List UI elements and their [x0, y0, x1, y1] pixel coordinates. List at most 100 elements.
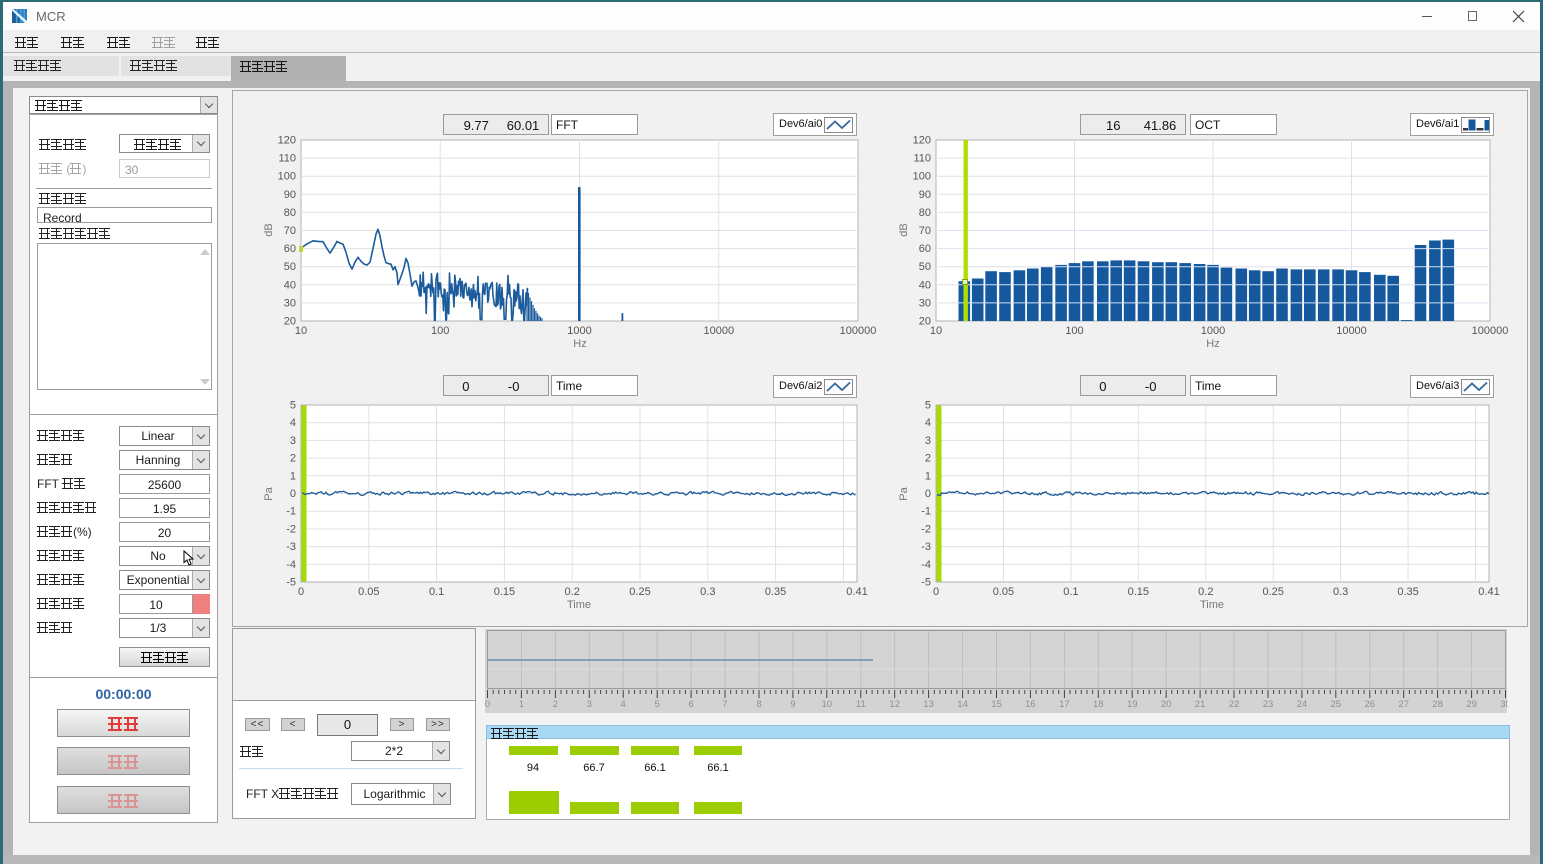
svg-text:Pa: Pa — [263, 486, 275, 500]
svg-text:16: 16 — [1025, 699, 1036, 710]
svg-text:4: 4 — [621, 699, 626, 710]
svg-text:10: 10 — [930, 325, 942, 337]
svg-text:7: 7 — [722, 699, 727, 710]
svg-text:0.05: 0.05 — [358, 586, 379, 598]
svg-text:2: 2 — [925, 453, 931, 465]
svg-text:0: 0 — [933, 586, 939, 598]
svg-text:11: 11 — [856, 699, 866, 710]
svg-text:-5: -5 — [921, 577, 931, 589]
svg-text:0.35: 0.35 — [765, 586, 786, 598]
svg-text:22: 22 — [1229, 699, 1240, 710]
svg-text:0: 0 — [298, 586, 304, 598]
svg-text:10000: 10000 — [1336, 325, 1367, 337]
svg-text:8: 8 — [756, 699, 761, 710]
svg-text:17: 17 — [1059, 699, 1070, 710]
svg-text:30: 30 — [919, 297, 931, 309]
svg-text:1000: 1000 — [1201, 325, 1225, 337]
svg-text:25: 25 — [1331, 699, 1342, 710]
svg-text:Time: Time — [567, 599, 591, 611]
svg-text:-2: -2 — [286, 523, 296, 535]
svg-text:0.15: 0.15 — [1128, 586, 1149, 598]
svg-text:5: 5 — [925, 400, 931, 412]
svg-text:80: 80 — [919, 207, 931, 219]
svg-text:-2: -2 — [921, 523, 931, 535]
svg-text:5: 5 — [655, 699, 660, 710]
svg-text:9: 9 — [790, 699, 795, 710]
svg-text:110: 110 — [913, 153, 931, 165]
svg-text:10: 10 — [822, 699, 833, 710]
svg-text:0.3: 0.3 — [700, 586, 715, 598]
svg-text:Hz: Hz — [1206, 338, 1219, 350]
svg-text:20: 20 — [1161, 699, 1172, 710]
svg-text:1: 1 — [519, 699, 524, 710]
svg-text:4: 4 — [290, 417, 296, 429]
svg-text:24: 24 — [1297, 699, 1308, 710]
svg-text:60: 60 — [919, 243, 931, 255]
svg-text:-1: -1 — [921, 506, 931, 518]
svg-text:28: 28 — [1432, 699, 1443, 710]
svg-text:110: 110 — [278, 153, 296, 165]
svg-text:27: 27 — [1398, 699, 1409, 710]
svg-text:-4: -4 — [921, 559, 931, 571]
svg-text:15: 15 — [991, 699, 1002, 710]
svg-text:0.41: 0.41 — [846, 586, 867, 598]
svg-text:-5: -5 — [286, 577, 296, 589]
svg-text:70: 70 — [919, 225, 931, 237]
svg-text:4: 4 — [925, 417, 931, 429]
svg-text:0.2: 0.2 — [565, 586, 580, 598]
svg-text:dB: dB — [263, 223, 275, 236]
svg-text:100000: 100000 — [1472, 325, 1509, 337]
svg-text:Time: Time — [1200, 599, 1224, 611]
svg-text:90: 90 — [919, 189, 931, 201]
svg-text:26: 26 — [1365, 699, 1376, 710]
svg-text:2: 2 — [553, 699, 558, 710]
svg-text:0.1: 0.1 — [1063, 586, 1078, 598]
svg-text:1: 1 — [925, 470, 931, 482]
svg-text:-1: -1 — [286, 506, 296, 518]
svg-text:13: 13 — [923, 699, 934, 710]
svg-text:Pa: Pa — [898, 486, 910, 500]
svg-text:0.3: 0.3 — [1333, 586, 1348, 598]
svg-text:0.25: 0.25 — [629, 586, 650, 598]
svg-text:120: 120 — [278, 135, 296, 147]
svg-text:100: 100 — [278, 171, 296, 183]
svg-text:21: 21 — [1195, 699, 1206, 710]
svg-text:10000: 10000 — [704, 325, 735, 337]
svg-text:30: 30 — [1500, 699, 1508, 710]
svg-text:0.25: 0.25 — [1262, 586, 1283, 598]
svg-text:19: 19 — [1127, 699, 1138, 710]
svg-text:90: 90 — [284, 189, 296, 201]
svg-text:0.05: 0.05 — [993, 586, 1014, 598]
svg-text:40: 40 — [284, 279, 296, 291]
svg-text:0.41: 0.41 — [1478, 586, 1499, 598]
svg-text:2: 2 — [290, 453, 296, 465]
svg-text:-4: -4 — [286, 559, 296, 571]
svg-text:23: 23 — [1263, 699, 1274, 710]
svg-text:80: 80 — [284, 207, 296, 219]
svg-text:100: 100 — [913, 171, 931, 183]
svg-text:29: 29 — [1466, 699, 1477, 710]
svg-text:30: 30 — [284, 297, 296, 309]
svg-text:50: 50 — [284, 261, 296, 273]
svg-text:0.1: 0.1 — [429, 586, 444, 598]
svg-text:10: 10 — [295, 325, 307, 337]
svg-text:0: 0 — [290, 488, 296, 500]
svg-text:3: 3 — [290, 435, 296, 447]
svg-text:0.35: 0.35 — [1397, 586, 1418, 598]
svg-text:1: 1 — [290, 470, 296, 482]
svg-text:60: 60 — [284, 243, 296, 255]
svg-text:0: 0 — [925, 488, 931, 500]
svg-text:0: 0 — [485, 699, 490, 710]
svg-text:-3: -3 — [286, 541, 296, 553]
svg-text:12: 12 — [889, 699, 900, 710]
svg-text:Hz: Hz — [573, 338, 586, 350]
svg-text:5: 5 — [290, 400, 296, 412]
svg-text:70: 70 — [284, 225, 296, 237]
svg-text:50: 50 — [919, 261, 931, 273]
svg-text:0.2: 0.2 — [1198, 586, 1213, 598]
svg-text:3: 3 — [587, 699, 592, 710]
svg-text:dB: dB — [898, 223, 910, 236]
svg-text:1000: 1000 — [567, 325, 591, 337]
svg-text:6: 6 — [688, 699, 693, 710]
svg-text:40: 40 — [919, 279, 931, 291]
